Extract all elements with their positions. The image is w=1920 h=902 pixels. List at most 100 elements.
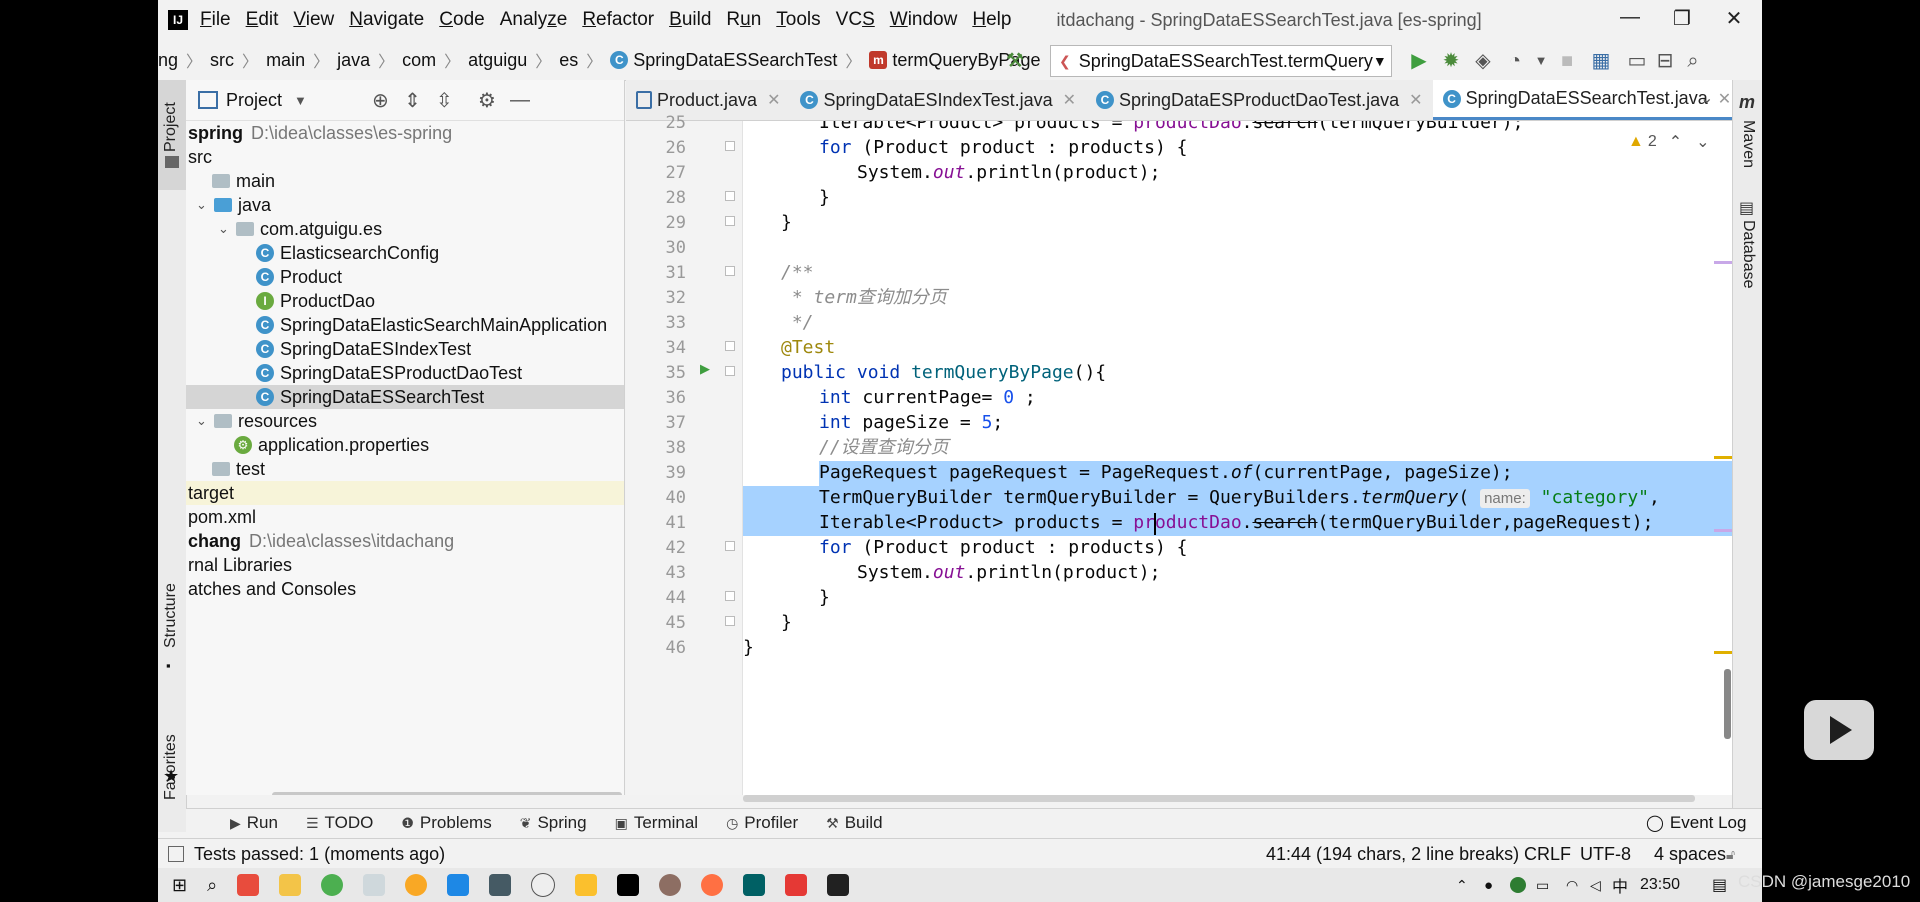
video-play-icon[interactable] [1804,700,1874,760]
tree-item[interactable]: C SpringDataElasticSearchMainApplication [186,313,624,337]
app-icon[interactable] [575,874,598,896]
tree-item[interactable]: ⌄ java [186,193,624,217]
menu-edit[interactable]: Edit [246,9,279,31]
status-message[interactable]: Tests passed: 1 (moments ago) [194,844,445,865]
tool-window-run[interactable]: ▶ Run [230,813,278,833]
tool-window-problems[interactable]: ❶ Problems [401,813,491,833]
app-icon[interactable] [743,874,766,896]
minimize-button[interactable]: — [1612,6,1648,34]
chevron-down-icon[interactable]: ▼ [294,93,307,108]
code-line[interactable]: System.out.println(product); [857,558,1160,588]
chevron-down-icon[interactable]: ▼ [1528,48,1554,74]
stripe-mark[interactable] [1714,529,1732,532]
app-icon[interactable] [701,874,724,896]
code-line[interactable]: } [819,583,830,613]
editor-tab[interactable]: C SpringDataESSearchTest.java ✕ [1432,80,1742,120]
tree-item[interactable]: src [186,145,624,169]
event-log-button[interactable]: ◯ Event Log [1646,813,1746,833]
tool-window-todo[interactable]: ☰ TODO [306,813,373,833]
menu-analyze[interactable]: Analyze [500,9,568,31]
menu-help[interactable]: Help [972,9,1011,31]
fold-marker[interactable] [725,216,735,226]
maven-icon[interactable]: m [1739,92,1755,113]
gear-icon[interactable]: ⚙ [478,88,496,113]
run-test-icon[interactable]: ▶ [700,361,710,377]
tree-item[interactable]: ⌄ resources [186,409,624,433]
fold-marker[interactable] [725,341,735,351]
fold-marker[interactable] [725,266,735,276]
tree-item[interactable]: C SpringDataESProductDaoTest [186,361,624,385]
menu-vcs[interactable]: VCS [836,9,875,31]
menu-navigate[interactable]: Navigate [349,9,424,31]
hide-panel-icon[interactable]: — [510,89,530,112]
tree-item[interactable]: C SpringDataESSearchTest [186,385,624,409]
editor-tab[interactable]: C SpringDataESIndexTest.java ✕ [790,80,1086,120]
file-explorer-icon[interactable] [279,874,302,896]
run-configuration-select[interactable]: ❮ SpringDataESSearchTest.termQuery ▼ [1050,45,1392,77]
project-view-select[interactable]: Project [226,90,282,111]
microphone-icon[interactable]: ● [1484,877,1493,894]
close-icon[interactable]: ✕ [1063,90,1076,110]
chevron-down-icon[interactable]: ⌄ [1696,132,1709,152]
fold-marker[interactable] [725,366,735,376]
indent-setting[interactable]: 4 spaces [1654,844,1726,865]
stripe-mark[interactable] [1714,261,1732,264]
inspection-widget[interactable]: ▲ 2 ⌃ ⌄ [1628,132,1710,152]
menu-tools[interactable]: Tools [776,9,820,31]
coverage-icon[interactable]: ◈ [1470,48,1496,74]
volume-icon[interactable]: ◁ [1590,877,1601,894]
wifi-icon[interactable]: ◠ [1566,877,1578,894]
tree-item[interactable]: C SpringDataESIndexTest [186,337,624,361]
menu-build[interactable]: Build [669,9,711,31]
emoji-icon[interactable] [531,873,556,897]
tree-item[interactable]: chang D:\idea\classes\itdachang [186,529,624,553]
menu-run[interactable]: Run [726,9,761,31]
vertical-scrollbar[interactable] [1724,669,1731,739]
layout-icon[interactable]: ▭ [1624,48,1650,74]
search-icon[interactable]: ⌕ [207,875,217,896]
notification-icon[interactable]: ▤ [1712,875,1727,895]
breadcrumb-item[interactable]: 〉 es [527,48,578,72]
stripe-mark[interactable] [1714,651,1732,654]
windows-start-icon[interactable]: ⊞ [172,875,187,896]
editor-horizontal-scrollbar[interactable] [743,795,1695,802]
project-structure-icon[interactable]: ▦ [1588,48,1614,74]
stripe-mark[interactable] [1714,456,1732,459]
tree-item[interactable]: C Product [186,265,624,289]
tree-item[interactable]: I ProductDao [186,289,624,313]
app-icon[interactable] [489,874,512,896]
app-logo-icon[interactable]: IJ [168,10,188,30]
build-hammer-icon[interactable]: ⚒ [1006,48,1024,73]
close-icon[interactable]: ✕ [767,90,780,110]
tree-item[interactable]: target [186,481,624,505]
menu-window[interactable]: Window [890,9,958,31]
app-wps-icon[interactable] [237,874,260,896]
tree-item[interactable]: atches and Consoles [186,577,624,601]
breadcrumb-item[interactable]: 〉 src [178,48,234,72]
line-separator[interactable]: CRLF [1524,844,1571,865]
breadcrumb-item[interactable]: 〉 com [370,48,436,72]
menu-view[interactable]: View [293,9,334,31]
tool-window-profiler[interactable]: ◷ Profiler [726,813,798,833]
chrome-icon[interactable] [321,874,344,896]
tree-item[interactable]: ⚙ application.properties [186,433,624,457]
maximize-button[interactable]: ❐ [1664,6,1700,34]
app-icon[interactable] [363,874,386,896]
code-line[interactable]: System.out.println(product); [857,158,1160,188]
chevron-down-icon[interactable]: ⌄ [196,197,210,213]
menu-refactor[interactable]: Refactor [582,9,654,31]
profile-icon[interactable]: ◔ [1502,48,1528,74]
collapse-all-icon[interactable]: ⇳ [436,88,453,113]
maven-stripe-label[interactable]: Maven [1739,120,1757,168]
structure-stripe-label[interactable]: Structure [162,583,180,648]
database-icon[interactable]: ▤ [1739,198,1754,218]
tool-window-terminal[interactable]: ▣ Terminal [615,813,698,833]
clock[interactable]: 23:50 [1640,876,1680,894]
avatar[interactable] [659,874,682,896]
fold-marker[interactable] [725,191,735,201]
tray-expand-icon[interactable]: ⌃ [1456,877,1468,894]
stop-icon[interactable]: ■ [1554,48,1580,74]
expand-all-icon[interactable]: ⇕ [404,88,421,113]
fold-marker[interactable] [725,616,735,626]
tree-item[interactable]: rnal Libraries [186,553,624,577]
